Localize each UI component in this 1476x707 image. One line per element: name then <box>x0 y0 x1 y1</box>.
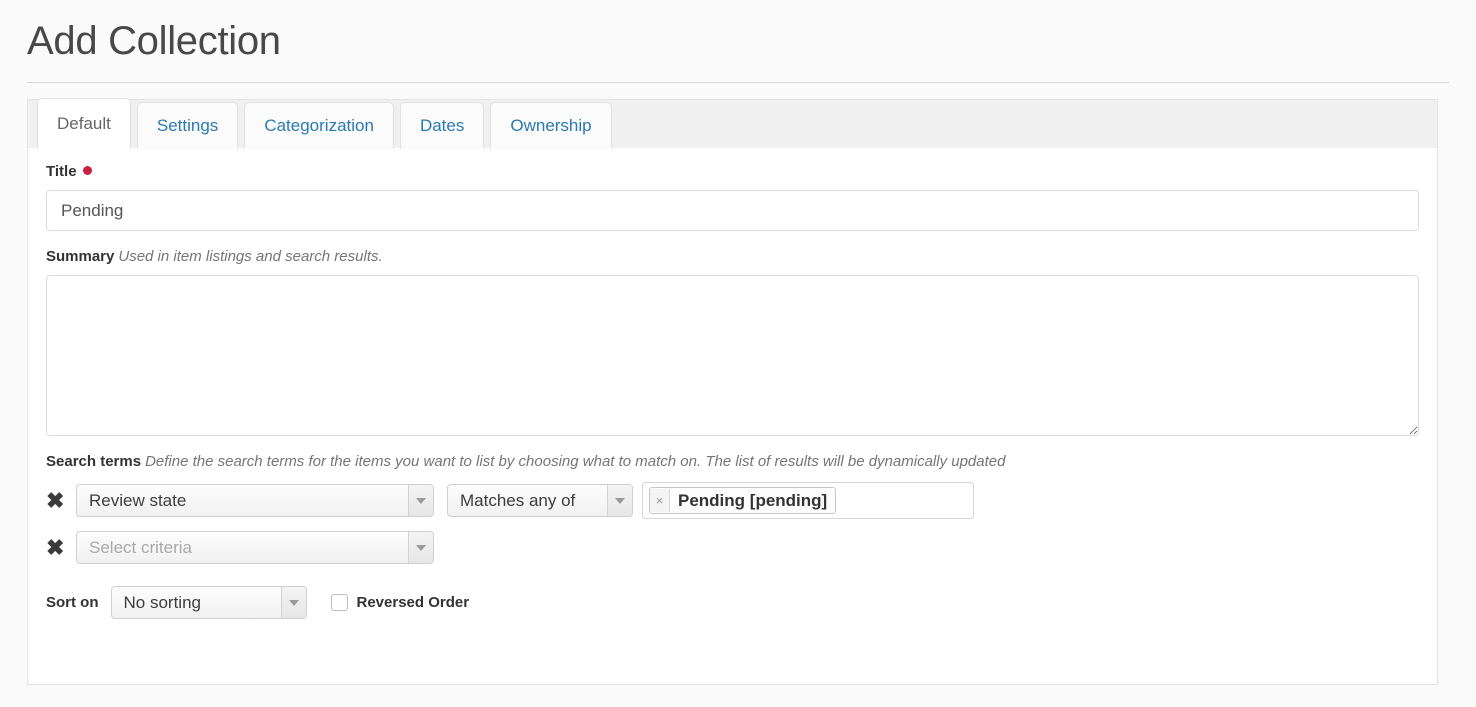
chevron-down-icon <box>416 497 426 504</box>
criteria-row: ✖ Review state Matches any of × Pending [pen… <box>46 482 1419 519</box>
title-input[interactable] <box>46 190 1419 231</box>
summary-hint: Used in item listings and search results… <box>118 248 383 265</box>
reversed-order-checkbox-wrap[interactable]: Reversed Order <box>330 594 470 611</box>
token-label: Pending [pending] <box>678 490 828 510</box>
criteria-select-0[interactable]: Review state <box>76 484 434 517</box>
remove-criteria-icon[interactable]: ✖ <box>46 489 76 512</box>
search-terms-label: Search terms Define the search terms for … <box>46 453 1419 470</box>
tab-dates[interactable]: Dates <box>399 102 485 149</box>
form-panel: Title SummaryUsed in item listings and s… <box>27 148 1438 685</box>
sort-on-select-value: No sorting <box>123 592 201 612</box>
criteria-select-1[interactable]: Select criteria <box>76 531 434 564</box>
tab-categorization[interactable]: Categorization <box>244 102 394 149</box>
tab-default[interactable]: Default <box>37 98 131 149</box>
summary-textarea[interactable] <box>46 275 1419 436</box>
chevron-down-icon <box>615 497 625 504</box>
summary-label-text: Summary <box>46 248 115 265</box>
page-title: Add Collection <box>27 19 281 63</box>
token-input-box[interactable]: × Pending [pending] <box>642 482 974 519</box>
add-collection-page: Add Collection Default Settings Categoriza… <box>0 0 1476 707</box>
sort-on-dropdown-button[interactable] <box>280 587 306 618</box>
reversed-order-label: Reversed Order <box>356 594 470 611</box>
summary-field-group: Summary Used in item listings and search … <box>46 248 1419 436</box>
criteria-select-0-dropdown-button[interactable] <box>408 485 433 516</box>
remove-criteria-icon[interactable]: ✖ <box>46 536 76 559</box>
summary-label: Summary Used in item listings and search … <box>46 248 1419 265</box>
tab-settings[interactable]: Settings <box>136 102 239 149</box>
operator-select-0[interactable]: Matches any of <box>447 484 633 517</box>
token-remove-icon[interactable]: × <box>650 489 670 512</box>
sort-row: Sort on No sorting Reversed Order <box>46 586 1419 619</box>
title-field-group: Title <box>46 163 1419 231</box>
criteria-row: ✖ Select criteria <box>46 531 1419 564</box>
title-label: Title <box>46 163 1419 180</box>
sort-on-select[interactable]: No sorting <box>110 586 307 619</box>
reversed-order-checkbox[interactable] <box>330 594 348 611</box>
tab-ownership[interactable]: Ownership <box>490 102 612 149</box>
search-terms-hint: Define the search terms for the items yo… <box>145 453 1006 470</box>
criteria-row-list: ✖ Review state Matches any of × Pending [pen… <box>46 482 1419 564</box>
criteria-select-1-value: Select criteria <box>89 537 192 557</box>
search-terms-group: Search terms Define the search terms for … <box>46 453 1419 564</box>
sort-on-label: Sort on <box>46 594 99 611</box>
page-header: Add Collection <box>0 0 1476 64</box>
header-divider <box>27 82 1449 83</box>
chevron-down-icon <box>416 544 426 551</box>
chevron-down-icon <box>288 599 299 606</box>
value-token: × Pending [pending] <box>649 487 837 514</box>
title-label-text: Title <box>46 163 77 180</box>
tab-bar: Default Settings Categorization Dates Owners… <box>27 98 1438 149</box>
search-terms-label-text: Search terms <box>46 453 142 470</box>
operator-select-0-dropdown-button[interactable] <box>607 485 632 516</box>
required-dot-icon <box>82 166 92 175</box>
operator-select-0-value: Matches any of <box>460 490 576 510</box>
criteria-select-0-value: Review state <box>89 490 187 510</box>
criteria-select-1-dropdown-button[interactable] <box>408 532 433 563</box>
